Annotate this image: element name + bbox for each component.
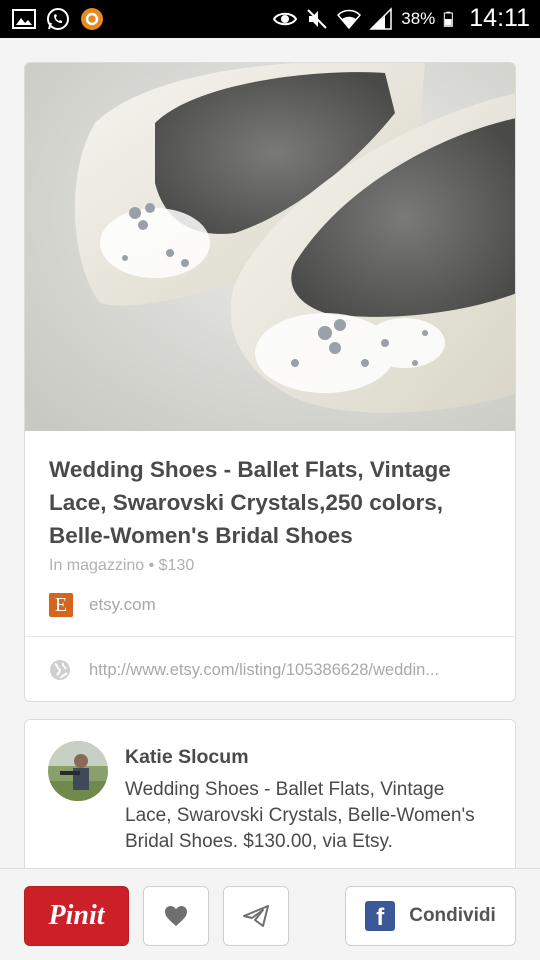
pin-title: Wedding Shoes - Ballet Flats, Vintage La… (49, 457, 451, 548)
share-button[interactable]: f Condividi (345, 886, 516, 946)
pinner-name[interactable]: Katie Slocum (125, 746, 249, 769)
signal-icon (369, 6, 392, 30)
pin-description: Wedding Shoes - Ballet Flats, Vintage La… (125, 779, 475, 852)
pin-source[interactable]: E etsy.com (49, 593, 156, 617)
source-domain: etsy.com (89, 595, 156, 614)
clock: 14:11 (469, 4, 530, 32)
pin-availability-price: In magazzino • $130 (49, 557, 195, 574)
battery-percentage: 38% (401, 8, 436, 28)
gallery-icon (12, 9, 36, 29)
like-button[interactable] (143, 886, 209, 946)
wifi-icon (337, 9, 362, 29)
etsy-logo-icon: E (49, 593, 73, 617)
share-label: Condividi (409, 905, 496, 926)
globe-icon (50, 660, 70, 680)
send-button[interactable] (223, 886, 289, 946)
pin-card: Wedding Shoes - Ballet Flats, Vintage La… (24, 62, 516, 702)
send-icon (243, 905, 269, 927)
battery-icon (444, 11, 454, 27)
avatar[interactable] (48, 741, 108, 801)
app-icon (81, 8, 103, 30)
pin-it-button[interactable]: Pinit (24, 886, 129, 946)
whatsapp-icon (47, 8, 69, 30)
facebook-icon: f (365, 901, 396, 931)
pin-detail-content[interactable]: Wedding Shoes - Ballet Flats, Vintage La… (0, 38, 540, 868)
eye-icon (273, 12, 298, 25)
link-url[interactable]: http://www.etsy.com/listing/105386628/we… (89, 661, 489, 680)
pinner-card: Katie Slocum Wedding Shoes - Ballet Flat… (24, 719, 516, 868)
pin-image[interactable] (25, 63, 516, 431)
divider (25, 636, 515, 637)
heart-icon (165, 906, 187, 926)
pin-link[interactable]: http://www.etsy.com/listing/105386628/we… (49, 659, 499, 681)
action-bar: Pinit f Condividi (0, 868, 540, 960)
status-bar: 38% 14:11 (0, 0, 540, 38)
mute-icon (307, 8, 327, 29)
